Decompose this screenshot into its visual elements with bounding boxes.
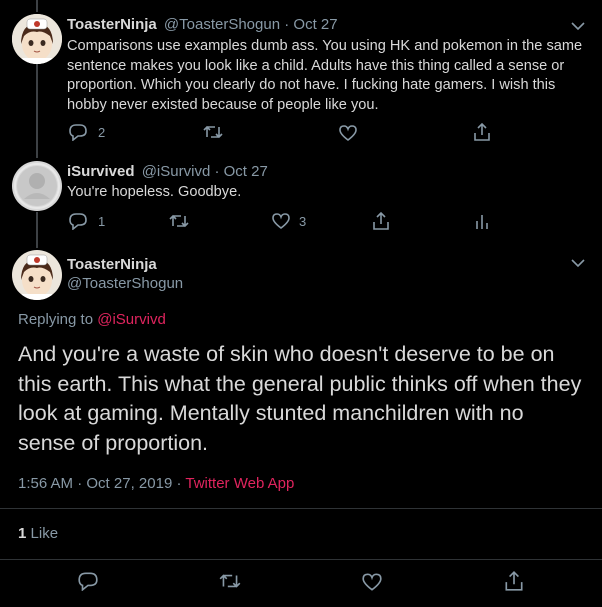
share-button[interactable] <box>472 122 492 142</box>
like-button[interactable] <box>361 572 383 592</box>
reply-button[interactable]: 1 <box>68 212 105 230</box>
author-name[interactable]: ToasterNinja <box>67 16 157 33</box>
tweet-date[interactable]: Oct 27 <box>224 163 268 180</box>
share-button[interactable] <box>503 570 525 592</box>
author-handle[interactable]: @iSurvivd <box>142 163 211 180</box>
retweet-button[interactable] <box>168 212 190 230</box>
tweet-meta: 1:56 AM · Oct 27, 2019 · Twitter Web App <box>18 475 294 492</box>
analytics-icon <box>476 215 488 229</box>
tweet-text: You're hopeless. Goodbye. <box>67 184 242 200</box>
avatar[interactable] <box>12 250 62 300</box>
likes-count: 1 <box>18 525 27 542</box>
avatar-image <box>12 14 62 64</box>
likes-label: Like <box>30 525 59 542</box>
retweet-button[interactable] <box>218 571 242 591</box>
retweet-icon <box>169 214 189 228</box>
like-icon <box>362 573 382 591</box>
like-icon <box>272 213 290 230</box>
analytics-button[interactable] <box>474 212 490 230</box>
separator: · <box>214 163 220 180</box>
thread-line-1 <box>36 64 38 158</box>
retweet-icon <box>219 574 241 588</box>
share-icon <box>474 122 490 141</box>
reply-icon <box>69 213 87 230</box>
author-name[interactable]: iSurvived <box>67 163 135 180</box>
share-icon <box>505 571 523 591</box>
thread-line-2 <box>36 212 38 248</box>
like-button[interactable]: 3 <box>271 212 306 230</box>
retweet-icon <box>203 125 223 139</box>
retweet-button[interactable] <box>202 123 224 141</box>
reply-button[interactable]: 2 <box>68 123 105 141</box>
replying-to: Replying to @iSurvivd <box>18 311 166 328</box>
likes-stat[interactable]: 1 Like <box>18 525 58 542</box>
replying-to-handle[interactable]: @iSurvivd <box>97 311 166 328</box>
tweet-text: And you're a waste of skin who doesn't d… <box>18 342 582 455</box>
like-icon <box>339 125 357 142</box>
separator: · <box>77 475 83 492</box>
author-handle[interactable]: @ToasterShogun <box>164 16 280 33</box>
chevron-down-icon[interactable] <box>571 258 585 268</box>
reply-icon <box>69 124 87 141</box>
avatar-image <box>12 250 62 300</box>
author-name[interactable]: ToasterNinja <box>67 256 157 273</box>
reply-count: 2 <box>98 124 106 140</box>
tweet-date[interactable]: Oct 27, 2019 <box>86 475 172 492</box>
separator: · <box>284 16 290 33</box>
divider <box>0 508 602 509</box>
reply-icon <box>78 572 98 591</box>
chevron-down-icon[interactable] <box>571 21 585 31</box>
separator: · <box>176 475 182 492</box>
tweet-source[interactable]: Twitter Web App <box>185 475 294 492</box>
reply-count: 1 <box>98 213 106 229</box>
thread-line-top <box>36 0 38 12</box>
tweet-date[interactable]: Oct 27 <box>293 16 337 33</box>
avatar-image <box>12 161 62 211</box>
like-button[interactable] <box>338 124 358 142</box>
divider <box>0 559 602 560</box>
share-button[interactable] <box>371 211 391 231</box>
tweet-time[interactable]: 1:56 AM <box>18 475 73 492</box>
tweet-text: Comparisons use examples dumb ass. You u… <box>67 38 583 113</box>
reply-button[interactable] <box>77 571 99 591</box>
author-handle[interactable]: @ToasterShogun <box>67 275 183 292</box>
avatar[interactable] <box>12 161 62 211</box>
share-icon <box>373 211 389 230</box>
avatar[interactable] <box>12 14 62 64</box>
replying-to-label: Replying to <box>18 311 94 328</box>
like-count: 3 <box>299 213 307 229</box>
